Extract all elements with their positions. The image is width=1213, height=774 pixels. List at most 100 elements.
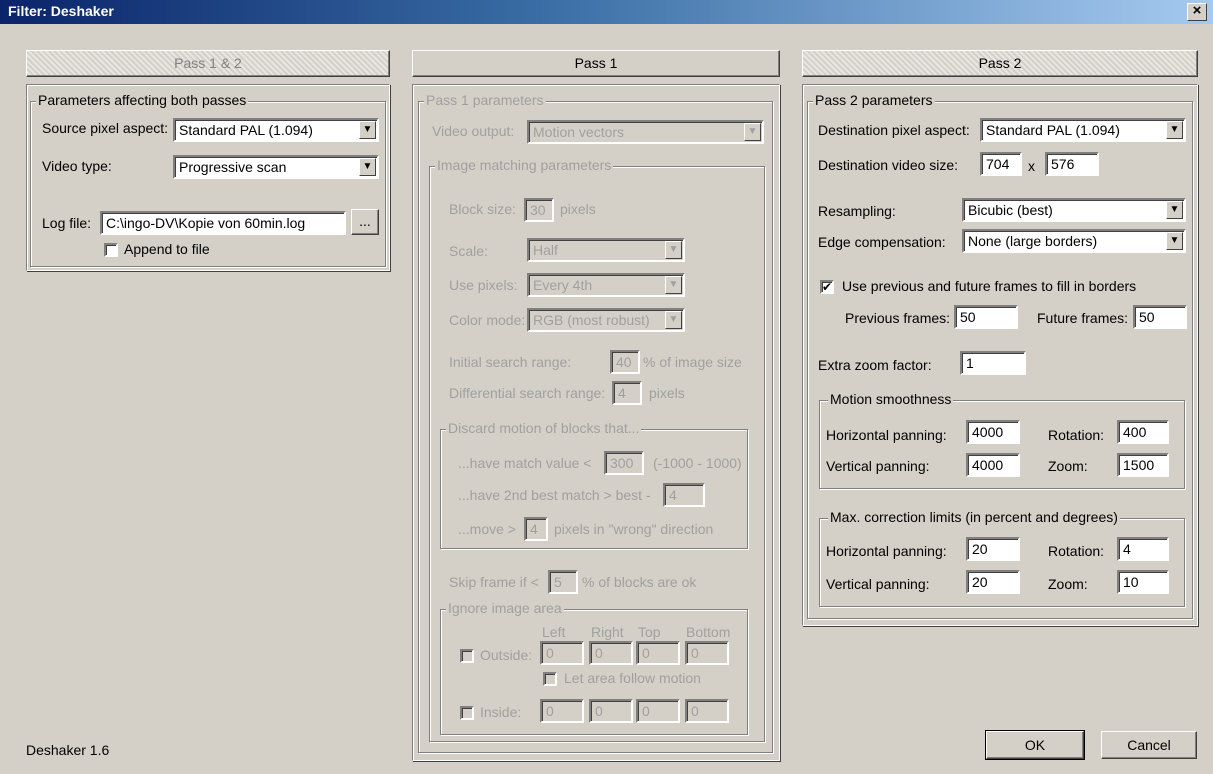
smoothness-group-label: Motion smoothness (828, 391, 954, 407)
pass12-button[interactable]: Pass 1 & 2 (26, 50, 390, 77)
video-type-select[interactable]: Progressive scan ▼ (173, 155, 379, 179)
smooth-zoom-input[interactable]: 1500 (1117, 453, 1169, 477)
chevron-down-icon[interactable]: ▼ (744, 123, 761, 141)
move-label: ...move > (458, 521, 516, 537)
inside-right-input[interactable]: 0 (589, 699, 633, 723)
dest-height-input[interactable]: 576 (1045, 152, 1099, 176)
pass1-group-label: Pass 1 parameters (424, 92, 546, 108)
dest-aspect-select[interactable]: Standard PAL (1.094) ▼ (980, 118, 1186, 142)
col-right-label: Right (591, 624, 624, 640)
lim-rot-input[interactable]: 4 (1117, 537, 1169, 561)
future-frames-label: Future frames: (1037, 310, 1129, 326)
dest-size-label: Destination video size: (818, 157, 959, 173)
use-pixels-value: Every 4th (533, 277, 593, 293)
diff-range-input[interactable]: 4 (612, 381, 642, 405)
title-bar[interactable]: Filter: Deshaker × (0, 0, 1213, 24)
outside-top-input[interactable]: 0 (636, 641, 680, 665)
pass2-button[interactable]: Pass 2 (802, 50, 1198, 77)
scale-select[interactable]: Half ▼ (527, 238, 685, 262)
chevron-down-icon[interactable]: ▼ (665, 276, 682, 294)
outside-checkbox[interactable] (460, 649, 474, 663)
log-file-label: Log file: (42, 215, 92, 231)
dest-size-x: x (1028, 158, 1035, 174)
source-aspect-select[interactable]: Standard PAL (1.094) ▼ (173, 118, 379, 142)
video-output-select[interactable]: Motion vectors ▼ (527, 120, 764, 144)
diff-range-label: Differential search range: (449, 385, 606, 401)
resampling-select[interactable]: Bicubic (best) ▼ (962, 198, 1186, 222)
chevron-down-icon[interactable]: ▼ (665, 241, 682, 259)
smooth-h-input[interactable]: 4000 (966, 420, 1020, 444)
initial-range-unit: % of image size (643, 354, 742, 370)
matching-group-label: Image matching parameters (435, 157, 614, 173)
chevron-down-icon[interactable]: ▼ (665, 311, 682, 329)
both-passes-group-label: Parameters affecting both passes (36, 92, 249, 108)
follow-motion-label: Let area follow motion (564, 670, 701, 686)
dest-aspect-label: Destination pixel aspect: (818, 122, 970, 138)
lim-v-label: Vertical panning: (826, 576, 930, 592)
chevron-down-icon[interactable]: ▼ (1166, 232, 1183, 250)
inside-top-input[interactable]: 0 (636, 699, 680, 723)
edge-select[interactable]: None (large borders) ▼ (962, 229, 1186, 253)
chevron-down-icon[interactable]: ▼ (359, 121, 376, 139)
block-size-input[interactable]: 30 (524, 198, 554, 222)
match-value-input[interactable]: 300 (604, 451, 644, 475)
inside-bottom-input[interactable]: 0 (685, 699, 729, 723)
chevron-down-icon[interactable]: ▼ (1166, 201, 1183, 219)
smooth-v-label: Vertical panning: (826, 458, 930, 474)
use-frames-checkbox[interactable]: ✔ (820, 280, 834, 294)
close-button[interactable]: × (1187, 3, 1207, 21)
zoom-factor-label: Extra zoom factor: (818, 357, 932, 373)
window-title: Filter: Deshaker (8, 3, 114, 19)
smooth-v-input[interactable]: 4000 (966, 453, 1020, 477)
initial-range-label: Initial search range: (449, 354, 572, 370)
discard-group-label: Discard motion of blocks that... (446, 420, 642, 436)
block-size-unit: pixels (560, 201, 596, 217)
second-best-label: ...have 2nd best match > best - (458, 487, 651, 503)
chevron-down-icon[interactable]: ▼ (1166, 121, 1183, 139)
future-frames-input[interactable]: 50 (1133, 305, 1187, 329)
cancel-button[interactable]: Cancel (1101, 731, 1197, 759)
version-label: Deshaker 1.6 (26, 742, 110, 758)
dest-width-input[interactable]: 704 (980, 152, 1022, 176)
outside-right-input[interactable]: 0 (589, 641, 633, 665)
outside-left-input[interactable]: 0 (540, 641, 584, 665)
source-aspect-value: Standard PAL (1.094) (179, 122, 313, 138)
initial-range-input[interactable]: 40 (610, 350, 640, 374)
log-file-input[interactable]: C:\ingo-DV\Kopie von 60min.log (100, 211, 346, 235)
col-bottom-label: Bottom (686, 624, 731, 640)
chevron-down-icon[interactable]: ▼ (359, 158, 376, 176)
zoom-factor-input[interactable]: 1 (960, 351, 1026, 375)
color-mode-select[interactable]: RGB (most robust) ▼ (527, 308, 685, 332)
pass1-button[interactable]: Pass 1 (412, 50, 780, 77)
inside-checkbox[interactable] (460, 706, 474, 720)
smooth-rot-input[interactable]: 400 (1117, 420, 1169, 444)
lim-h-input[interactable]: 20 (966, 537, 1020, 561)
lim-zoom-input[interactable]: 10 (1117, 570, 1169, 594)
inside-left-input[interactable]: 0 (540, 699, 584, 723)
outside-label: Outside: (480, 647, 533, 663)
prev-frames-input[interactable]: 50 (954, 305, 1018, 329)
ok-button[interactable]: OK (985, 730, 1085, 760)
append-checkbox[interactable] (104, 243, 118, 257)
lim-rot-label: Rotation: (1048, 543, 1105, 559)
browse-button[interactable]: ... (351, 209, 379, 235)
use-pixels-label: Use pixels: (449, 277, 518, 293)
ignore-group-label: Ignore image area (446, 600, 564, 616)
color-mode-label: Color mode: (449, 312, 526, 328)
pass2-group-label: Pass 2 parameters (813, 92, 935, 108)
diff-range-unit: pixels (649, 385, 685, 401)
use-pixels-select[interactable]: Every 4th ▼ (527, 273, 685, 297)
video-output-value: Motion vectors (533, 124, 625, 140)
scale-value: Half (533, 242, 558, 258)
follow-motion-checkbox[interactable] (543, 672, 557, 686)
second-best-input[interactable]: 4 (663, 483, 705, 507)
block-size-label: Block size: (449, 201, 516, 217)
smooth-h-label: Horizontal panning: (826, 427, 947, 443)
outside-bottom-input[interactable]: 0 (685, 641, 729, 665)
move-input[interactable]: 4 (524, 517, 548, 541)
lim-v-input[interactable]: 20 (966, 570, 1020, 594)
skip-input[interactable]: 5 (548, 570, 578, 594)
skip-label: Skip frame if < (449, 574, 539, 590)
dest-aspect-value: Standard PAL (1.094) (986, 122, 1120, 138)
edge-value: None (large borders) (968, 233, 1098, 249)
